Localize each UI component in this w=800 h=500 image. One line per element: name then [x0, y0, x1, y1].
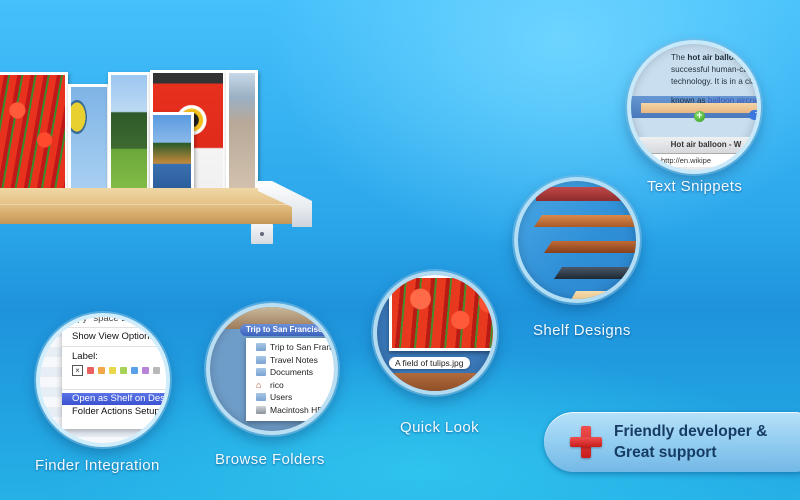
photo-beach — [226, 70, 258, 200]
shelf-design-cherry — [534, 215, 636, 227]
home-icon: ⌂ — [256, 379, 262, 390]
quick-look-caption: A field of tulips.jpg — [389, 357, 470, 369]
label-swatch[interactable] — [153, 367, 160, 374]
folder-item[interactable]: Trip to San Francisco — [256, 341, 334, 354]
label-swatch[interactable] — [87, 367, 94, 374]
folder-item[interactable]: Users — [256, 391, 334, 404]
label-swatch[interactable] — [142, 367, 149, 374]
text-snippets-label: Text Snippets — [647, 178, 743, 195]
wooden-shelf — [0, 188, 292, 224]
folder-icon — [256, 355, 266, 364]
shelf-bracket-icon — [251, 224, 273, 244]
red-cross-plus-icon — [570, 426, 602, 458]
folder-header[interactable]: Trip to San Francisco — [240, 324, 334, 336]
shelf-design-red — [536, 187, 636, 201]
folder-icon — [256, 393, 266, 402]
browser-window-title: Hot air balloon - W — [631, 137, 757, 153]
label-heading: Label: — [72, 351, 98, 362]
text-snippets-lens[interactable]: The hot air balloon is successful human-… — [627, 40, 761, 174]
photo-tulips — [0, 72, 68, 196]
snippet-article-text: The hot air balloon is successful human-… — [671, 53, 760, 86]
shelf-designs-lens[interactable] — [514, 177, 640, 303]
folder-icon — [256, 368, 266, 377]
clear-label-icon[interactable]: × — [72, 365, 83, 376]
photo-trees — [108, 72, 150, 200]
quick-look-preview — [389, 275, 493, 351]
menu-item-open-as-shelf[interactable]: Open as Shelf on Desktop — [62, 393, 166, 405]
label-swatch[interactable] — [109, 367, 116, 374]
quick-look-lens[interactable]: A field of tulips.jpg — [373, 271, 497, 395]
label-swatch[interactable] — [131, 367, 138, 374]
menu-item-folder-actions[interactable]: Folder Actions Setup... — [62, 406, 166, 417]
add-plus-icon: + — [694, 111, 705, 122]
label-swatch[interactable] — [98, 367, 105, 374]
label-color-swatches: × — [72, 365, 160, 376]
hero-shelf — [0, 0, 320, 250]
shelf-design-maple — [568, 291, 636, 299]
label-swatch[interactable] — [120, 367, 127, 374]
browse-folders-lens[interactable]: Trip to San Francisco Trip to San Franci… — [206, 303, 338, 435]
snippet-dragged-text: known as balloon aircraft — [671, 96, 761, 105]
shelf-designs-label: Shelf Designs — [533, 322, 631, 339]
menu-item-show-view-options[interactable]: Show View Options — [62, 331, 166, 342]
quick-look-shelf — [377, 373, 493, 391]
support-text: Friendly developer & Great support — [614, 423, 768, 461]
folder-icon — [256, 343, 266, 352]
browse-folders-label: Browse Folders — [215, 451, 325, 468]
hard-disk-icon — [256, 405, 266, 414]
folder-item[interactable]: Travel Notes — [256, 354, 334, 367]
menu-item-partial[interactable]: opy "space 2 — [62, 317, 166, 324]
finder-integration-lens[interactable]: opy "space 2 Show View Options Label: × … — [36, 313, 170, 447]
photo-balloon — [68, 84, 110, 194]
shelf-design-mahogany — [544, 241, 636, 253]
folder-item[interactable]: Documents — [256, 366, 334, 379]
folder-item[interactable]: ⌂ rico — [256, 379, 334, 392]
folder-menu: Trip to San Francisco Travel Notes Docum… — [246, 338, 334, 421]
support-banner[interactable]: Friendly developer & Great support — [544, 412, 800, 472]
quick-look-label: Quick Look — [400, 419, 480, 436]
photo-lake — [150, 112, 194, 196]
shelf-design-dark — [554, 267, 636, 279]
finder-context-menu: opy "space 2 Show View Options Label: × … — [62, 317, 166, 429]
browser-url-field[interactable]: http://en.wikipe — [631, 153, 757, 167]
snippet-tag[interactable]: Tex — [749, 110, 757, 120]
folder-item[interactable]: Macintosh HD — [256, 404, 334, 417]
finder-integration-label: Finder Integration — [35, 457, 160, 474]
